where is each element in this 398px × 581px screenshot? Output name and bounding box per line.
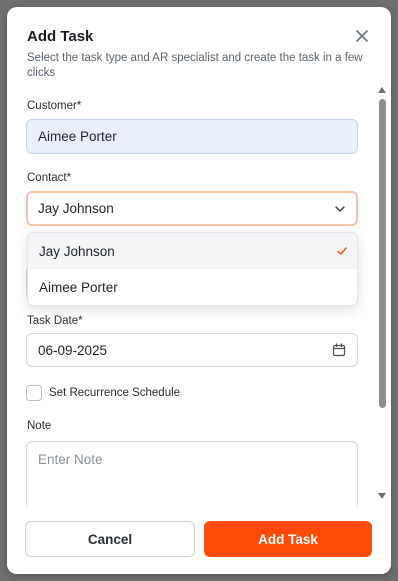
scrollbar[interactable] (377, 86, 387, 500)
check-icon (337, 247, 347, 255)
recurrence-checkbox[interactable] (26, 385, 42, 401)
modal-footer: Cancel Add Task (7, 507, 391, 574)
add-task-button[interactable]: Add Task (204, 521, 372, 557)
modal-subtitle: Select the task type and AR specialist a… (27, 52, 363, 79)
note-label: Note (27, 420, 52, 432)
note-textarea[interactable] (26, 441, 358, 511)
add-task-modal: Add Task Select the task type and AR spe… (7, 7, 391, 574)
task-date-field[interactable]: 06-09-2025 (26, 333, 358, 367)
scroll-thumb[interactable] (379, 99, 386, 408)
option-label: Jay Johnson (39, 243, 115, 259)
cancel-button[interactable]: Cancel (25, 521, 195, 557)
modal-title: Add Task (27, 28, 94, 45)
option-label: Aimee Porter (39, 279, 118, 295)
task-date-value: 06-09-2025 (38, 342, 108, 358)
contact-value: Jay Johnson (38, 201, 114, 216)
scroll-up-arrow-icon[interactable] (378, 86, 386, 94)
chevron-down-icon (335, 206, 345, 212)
dropdown-option-aimee-porter[interactable]: Aimee Porter (28, 269, 357, 305)
dropdown-option-jay-johnson[interactable]: Jay Johnson (28, 233, 357, 269)
calendar-icon[interactable] (332, 343, 346, 357)
customer-label: Customer* (27, 100, 82, 112)
customer-field[interactable]: Aimee Porter (26, 119, 358, 154)
contact-select[interactable]: Jay Johnson (26, 191, 358, 226)
contact-label: Contact* (27, 172, 72, 184)
recurrence-row: Set Recurrence Schedule (26, 385, 180, 401)
recurrence-label: Set Recurrence Schedule (49, 387, 181, 399)
scroll-down-arrow-icon[interactable] (378, 492, 386, 500)
close-icon[interactable] (353, 27, 371, 45)
contact-dropdown: Jay Johnson Aimee Porter (27, 232, 358, 306)
customer-value: Aimee Porter (38, 129, 117, 144)
task-date-label: Task Date* (27, 315, 83, 327)
